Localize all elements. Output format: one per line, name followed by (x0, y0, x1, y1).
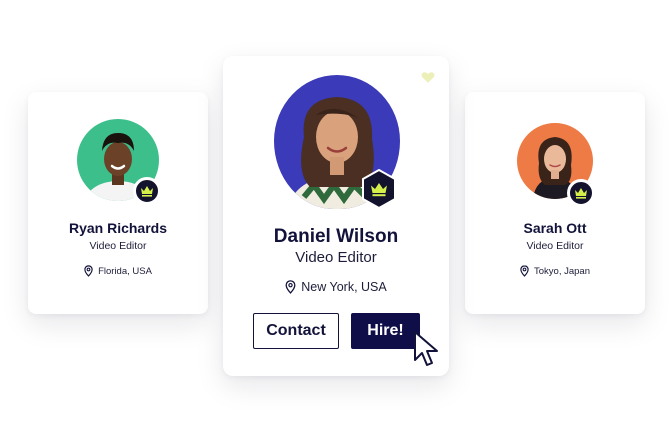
profile-name: Daniel Wilson (273, 226, 399, 247)
location-text: New York, USA (301, 280, 387, 294)
hire-button[interactable]: Hire! (351, 313, 420, 349)
profile-card-daniel[interactable]: Daniel Wilson Video Editor New York, USA… (223, 56, 449, 376)
avatar (274, 75, 400, 209)
contact-button[interactable]: Contact (253, 313, 339, 349)
location-text: Florida, USA (98, 265, 152, 277)
avatar (77, 119, 161, 205)
crown-icon (575, 188, 587, 199)
profile-cards-stage: Ryan Richards Video Editor Florida, USA (0, 0, 672, 432)
premium-badge (361, 169, 397, 209)
profile-location: New York, USA (223, 280, 449, 294)
profile-role: Video Editor (89, 240, 147, 252)
premium-badge (133, 177, 161, 205)
premium-badge (567, 179, 595, 207)
map-pin-icon (84, 265, 93, 277)
profile-role: Video Editor (526, 240, 584, 252)
profile-location: Florida, USA (28, 265, 208, 277)
profile-location: Tokyo, Japan (465, 265, 645, 277)
location-text: Tokyo, Japan (534, 265, 590, 277)
crown-icon (141, 186, 153, 197)
profile-card-ryan[interactable]: Ryan Richards Video Editor Florida, USA (28, 92, 208, 314)
map-pin-icon (520, 265, 529, 277)
cursor-arrow-icon (414, 331, 438, 366)
avatar (517, 123, 595, 207)
heart-icon[interactable] (421, 71, 435, 84)
profile-card-sarah[interactable]: Sarah Ott Video Editor Tokyo, Japan (465, 92, 645, 314)
profile-name: Ryan Richards (68, 220, 168, 236)
profile-name: Sarah Ott (523, 220, 587, 236)
map-pin-icon (285, 280, 296, 294)
profile-role: Video Editor (295, 249, 377, 266)
